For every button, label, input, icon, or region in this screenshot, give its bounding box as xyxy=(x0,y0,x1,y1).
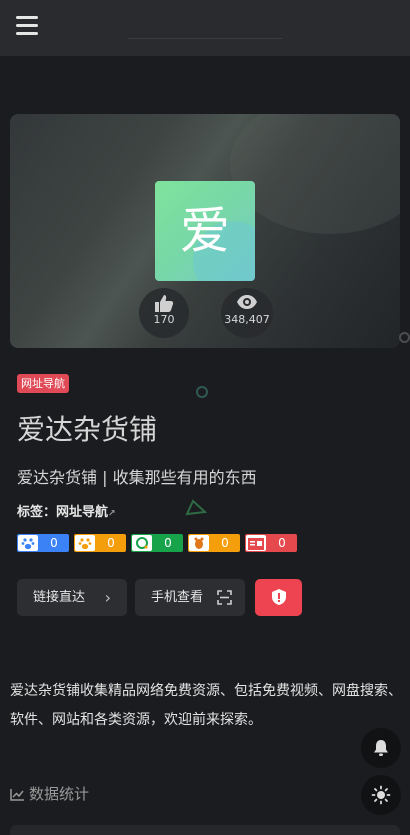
header-divider xyxy=(128,38,282,39)
page-subtitle: 爱达杂货铺 | 收集那些有用的东西 xyxy=(17,468,257,487)
toutiao-icon xyxy=(246,535,266,551)
category-badge[interactable]: 网址导航 xyxy=(17,374,69,393)
paw-index-badge[interactable]: 0 xyxy=(74,534,126,552)
chevron-right-icon: › xyxy=(104,588,111,607)
baidu-index-value: 0 xyxy=(50,536,58,550)
top-bar xyxy=(0,0,410,56)
hamburger-menu-icon[interactable] xyxy=(16,16,38,36)
page-title: 爱达杂货铺 xyxy=(17,413,158,446)
notification-button[interactable] xyxy=(361,728,401,768)
sogou-index-badge[interactable]: 0 xyxy=(188,534,240,552)
baidu-icon xyxy=(18,535,38,551)
site-logo-text: 爱 xyxy=(180,202,230,260)
toutiao-index-badge[interactable]: 0 xyxy=(245,534,297,552)
hero-banner: 爱 170 348,407 xyxy=(10,114,400,348)
views-counter: 348,407 xyxy=(221,288,273,338)
paw-index-value: 0 xyxy=(107,536,115,550)
so360-index-badge[interactable]: 0 xyxy=(131,534,183,552)
like-count: 170 xyxy=(153,313,175,326)
decor-triangle xyxy=(185,499,208,516)
so360-index-value: 0 xyxy=(164,536,172,550)
eye-icon xyxy=(221,288,273,314)
stats-section-heading: 数据统计 xyxy=(10,783,89,804)
pawprint-icon xyxy=(75,535,95,551)
site-logo: 爱 xyxy=(155,181,255,281)
hero-glow xyxy=(230,114,400,234)
report-button[interactable] xyxy=(255,579,302,616)
toutiao-index-value: 0 xyxy=(278,536,286,550)
stats-section-title: 数据统计 xyxy=(29,785,90,803)
mobile-view-label: 手机查看 xyxy=(151,590,204,605)
like-button[interactable]: 170 xyxy=(139,288,189,338)
line-chart-icon xyxy=(10,789,24,801)
direct-link-button[interactable]: 链接直达 › xyxy=(17,579,127,616)
tag-link[interactable]: 网址导航 xyxy=(56,505,108,520)
direct-link-label: 链接直达 xyxy=(33,590,86,605)
qr-scan-icon xyxy=(217,590,232,605)
decor-circle-teal xyxy=(196,386,208,398)
views-count: 348,407 xyxy=(224,313,270,326)
mobile-view-button[interactable]: 手机查看 xyxy=(135,579,245,616)
site-description: 爱达杂货铺收集精品网络免费资源、包括免费视频、网盘搜索、软件、网站和各类资源，欢… xyxy=(10,683,402,728)
link-icon: ↗ xyxy=(108,509,116,519)
baidu-index-badge[interactable]: 0 xyxy=(17,534,69,552)
tags-row: 标签：网址导航↗ xyxy=(17,501,116,520)
tags-label: 标签： xyxy=(17,505,57,520)
stats-panel xyxy=(10,825,400,835)
decor-circle xyxy=(399,332,410,343)
so360-icon xyxy=(132,535,152,551)
thumbs-up-icon xyxy=(139,288,189,314)
bell-icon xyxy=(374,740,388,756)
sogou-icon xyxy=(189,535,209,551)
sogou-index-value: 0 xyxy=(221,536,229,550)
sun-icon xyxy=(371,785,391,805)
shield-alert-icon xyxy=(271,589,286,605)
theme-toggle-button[interactable] xyxy=(361,775,401,815)
